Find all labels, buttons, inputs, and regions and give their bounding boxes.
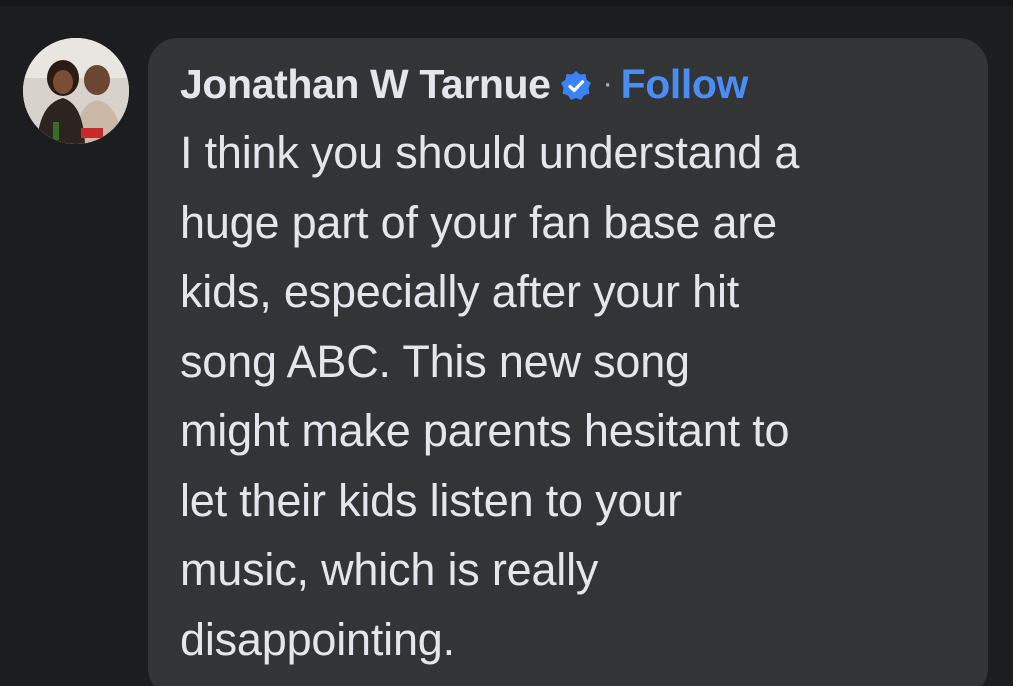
comment-text-line: kids, especially after your hit <box>180 266 740 317</box>
comment-text: I think you should understand a huge par… <box>180 118 980 674</box>
comment-text-line: song ABC. This new song <box>180 335 690 387</box>
author-name[interactable]: Jonathan W Tarnue <box>180 61 551 108</box>
comment-text-line: I think you should understand a <box>180 127 800 178</box>
verified-badge-icon <box>559 69 593 103</box>
comment-text-line: music, which is really <box>180 544 599 595</box>
comment-text-line: let their kids listen to your <box>180 474 682 526</box>
comment-text-line: disappointing. <box>180 613 455 665</box>
separator-dot: · <box>602 67 613 100</box>
comment-text-line: huge part of your fan base are <box>180 196 777 248</box>
follow-button[interactable]: Follow <box>621 61 749 108</box>
comment: Jonathan W Tarnue · Follow I think you s… <box>0 0 1013 686</box>
comment-text-line: might make parents hesitant to <box>180 405 790 456</box>
comment-header: Jonathan W Tarnue · Follow <box>180 58 748 110</box>
avatar[interactable] <box>23 38 129 144</box>
